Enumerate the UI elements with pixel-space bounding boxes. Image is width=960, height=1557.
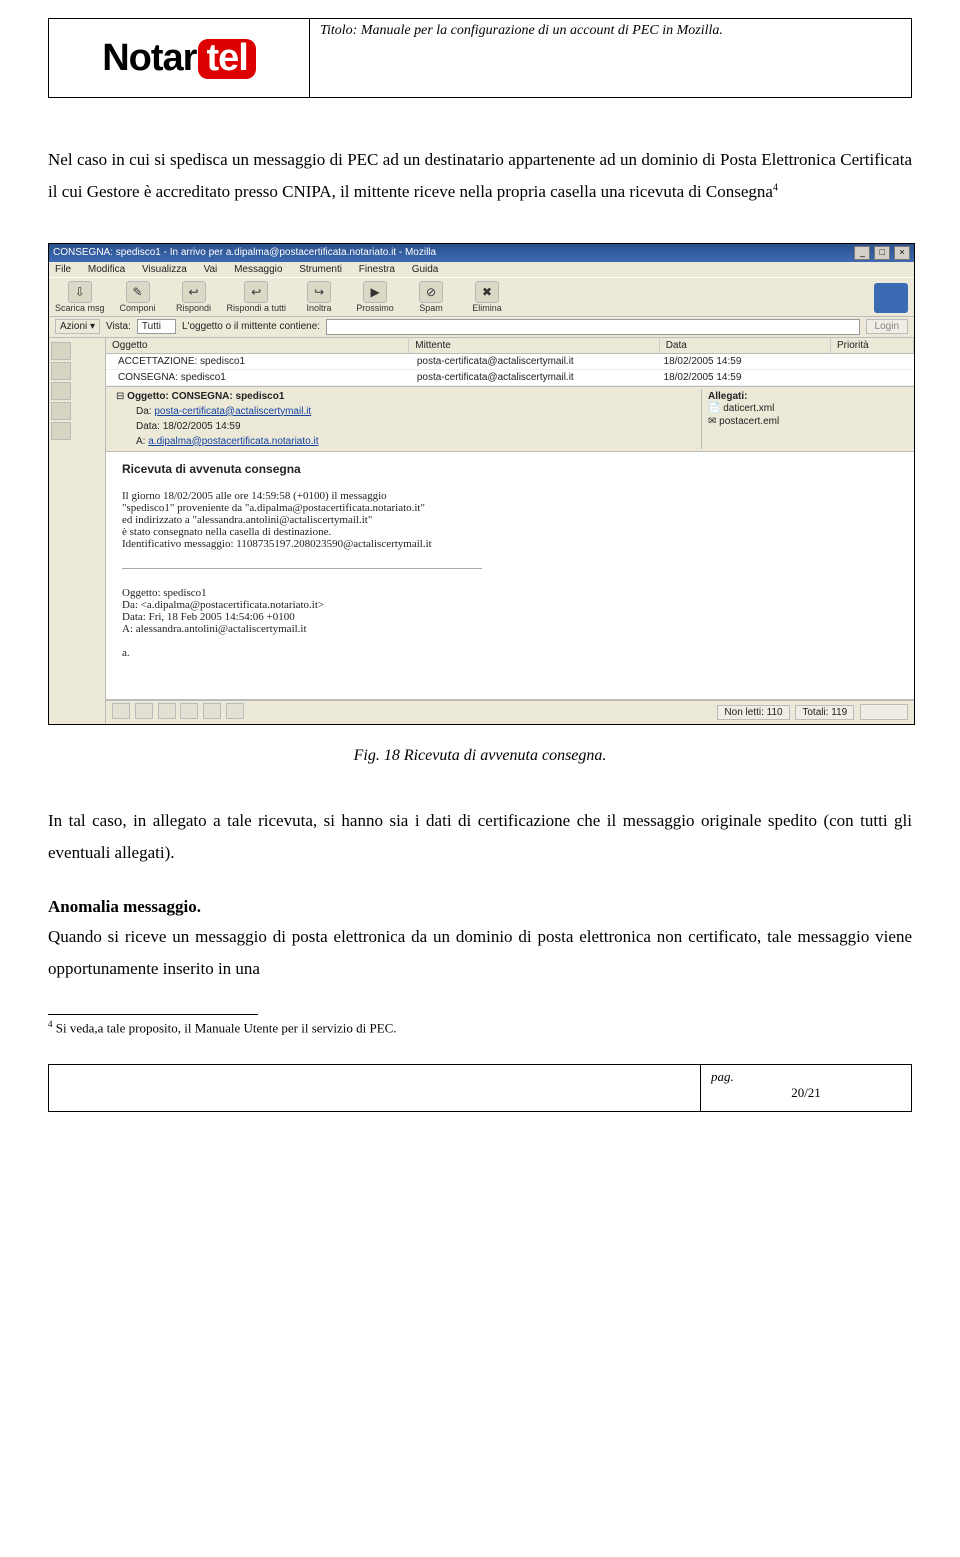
logo-accent: tel [198, 39, 255, 79]
page-number: 20/21 [791, 1085, 821, 1101]
tb-prossimo[interactable]: ▶Prossimo [352, 281, 398, 313]
reply-icon: ↩ [182, 281, 206, 303]
status-icon[interactable] [158, 703, 176, 719]
col-data[interactable]: Data [660, 338, 831, 353]
col-mittente[interactable]: Mittente [409, 338, 659, 353]
menu-file[interactable]: File [55, 264, 71, 275]
document-header: Notartel Titolo: Manuale per la configur… [48, 18, 912, 98]
vista-label: Vista: [106, 321, 131, 332]
tb-elimina[interactable]: ✖Elimina [464, 281, 510, 313]
close-icon[interactable]: × [894, 246, 910, 260]
minimize-icon[interactable]: _ [854, 246, 870, 260]
figure-caption: Fig. 18 Ricevuta di avvenuta consegna. [48, 747, 912, 765]
login-button[interactable]: Login [866, 319, 908, 334]
menu-finestra[interactable]: Finestra [359, 264, 395, 275]
folder-sidebar [49, 338, 106, 724]
reply-all-icon: ↩ [244, 281, 268, 303]
footnote-ref: 4 [773, 183, 778, 194]
status-icon[interactable] [226, 703, 244, 719]
window-title: CONSEGNA: spedisco1 - In arrivo per a.di… [53, 247, 436, 258]
tb-inoltra[interactable]: ↪Inoltra [296, 281, 342, 313]
footnote: 4 Si veda,a tale proposito, il Manuale U… [48, 1019, 912, 1036]
download-icon: ⇩ [68, 281, 92, 303]
col-oggetto[interactable]: Oggetto [106, 338, 409, 353]
footer-right-box: pag. 20/21 [701, 1064, 912, 1112]
tb-rispondi-tutti[interactable]: ↩Rispondi a tutti [227, 281, 287, 313]
search-row: Azioni ▾ Vista: Tutti L'oggetto o il mit… [49, 317, 914, 338]
message-row[interactable]: CONSEGNA: spedisco1 posta-certificata@ac… [106, 370, 914, 386]
spam-icon: ⊘ [419, 281, 443, 303]
body-separator [122, 568, 482, 569]
filter-input[interactable] [326, 319, 859, 335]
logo-main: Notar [102, 37, 196, 79]
col-priorita[interactable]: Priorità [831, 338, 914, 353]
message-header-pane: ⊟ Oggetto: CONSEGNA: spedisco1 Da: posta… [106, 386, 914, 452]
attachment-item[interactable]: ✉ postacert.eml [708, 415, 898, 428]
menu-messaggio[interactable]: Messaggio [234, 264, 282, 275]
paragraph-2: In tal caso, in allegato a tale ricevuta… [48, 805, 912, 870]
delete-icon: ✖ [475, 281, 499, 303]
azioni-icon[interactable]: Azioni ▾ [55, 319, 100, 334]
attachment-item[interactable]: 📄 daticert.xml [708, 402, 898, 415]
statusbar-icons [112, 703, 246, 722]
maximize-icon[interactable]: □ [874, 246, 890, 260]
body-heading: Ricevuta di avvenuta consegna [122, 462, 898, 476]
tb-rispondi[interactable]: ↩Rispondi [171, 281, 217, 313]
vista-select[interactable]: Tutti [137, 319, 176, 334]
logo-box: Notartel [48, 18, 310, 98]
logo: Notartel [102, 37, 256, 80]
folder-icon[interactable] [51, 342, 71, 360]
window-controls: _ □ × [853, 246, 910, 260]
menubar: File Modifica Visualizza Vai Messaggio S… [49, 262, 914, 277]
message-list-header: Oggetto Mittente Data Priorità [106, 338, 914, 354]
tb-componi[interactable]: ✎Componi [115, 281, 161, 313]
tb-scarica[interactable]: ⇩Scarica msg [55, 281, 105, 313]
from-link[interactable]: posta-certificata@actaliscertymail.it [154, 406, 311, 417]
status-icon[interactable] [135, 703, 153, 719]
compose-icon: ✎ [126, 281, 150, 303]
document-footer: pag. 20/21 [48, 1064, 912, 1112]
status-icon[interactable] [180, 703, 198, 719]
title-text: Manuale per la configurazione di un acco… [357, 23, 723, 38]
attachments-box: Allegati: 📄 daticert.xml ✉ postacert.eml [701, 389, 904, 449]
window-titlebar: CONSEGNA: spedisco1 - In arrivo per a.di… [49, 244, 914, 262]
progress-icon [860, 704, 908, 720]
menu-vai[interactable]: Vai [204, 264, 218, 275]
next-icon: ▶ [363, 281, 387, 303]
title-box: Titolo: Manuale per la configurazione di… [310, 18, 912, 98]
message-row[interactable]: ACCETTAZIONE: spedisco1 posta-certificat… [106, 354, 914, 370]
throbber-icon [874, 283, 908, 313]
footer-left-box [48, 1064, 701, 1112]
status-icon[interactable] [203, 703, 221, 719]
tb-spam[interactable]: ⊘Spam [408, 281, 454, 313]
toolbar: ⇩Scarica msg ✎Componi ↩Rispondi ↩Rispond… [49, 277, 914, 317]
folder-icon[interactable] [51, 422, 71, 440]
status-counts: Non letti: 110 Totali: 119 [714, 704, 908, 720]
statusbar: Non letti: 110 Totali: 119 [106, 700, 914, 724]
menu-strumenti[interactable]: Strumenti [299, 264, 342, 275]
menu-guida[interactable]: Guida [412, 264, 439, 275]
footnote-separator [48, 1014, 258, 1015]
filter-label: L'oggetto o il mittente contiene: [182, 321, 320, 332]
paragraph-1: Nel caso in cui si spedisca un messaggio… [48, 144, 912, 209]
message-body: Ricevuta di avvenuta consegna Il giorno … [106, 452, 914, 700]
to-link[interactable]: a.dipalma@postacertificata.notariato.it [148, 436, 318, 447]
folder-icon[interactable] [51, 382, 71, 400]
screenshot-figure: CONSEGNA: spedisco1 - In arrivo per a.di… [48, 243, 915, 725]
title-label: Titolo: [320, 23, 357, 38]
menu-visualizza[interactable]: Visualizza [142, 264, 187, 275]
paragraph-3: Quando si riceve un messaggio di posta e… [48, 921, 912, 986]
folder-icon[interactable] [51, 402, 71, 420]
section-heading: Anomalia messaggio. [48, 897, 912, 917]
unread-count: Non letti: 110 [717, 705, 789, 720]
forward-icon: ↪ [307, 281, 331, 303]
menu-modifica[interactable]: Modifica [88, 264, 125, 275]
folder-icon[interactable] [51, 362, 71, 380]
pag-label: pag. [711, 1069, 734, 1085]
status-icon[interactable] [112, 703, 130, 719]
total-count: Totali: 119 [795, 705, 854, 720]
